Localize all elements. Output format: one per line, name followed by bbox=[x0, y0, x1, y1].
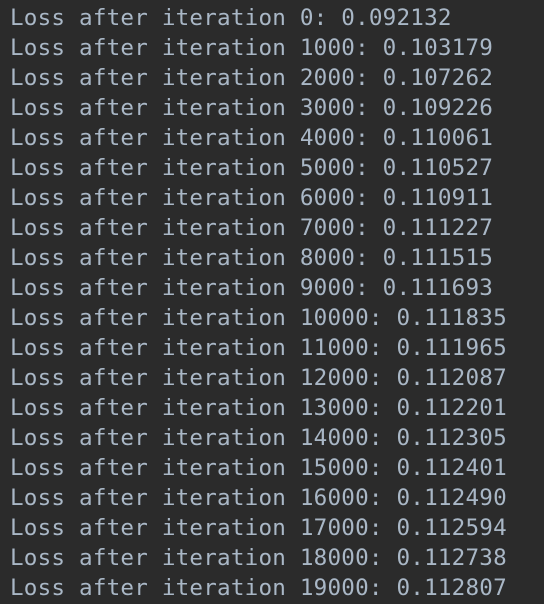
console-line: Loss after iteration 3000: 0.109226 bbox=[10, 95, 494, 121]
console-line: Loss after iteration 19000: 0.112807 bbox=[10, 575, 507, 601]
console-line: Loss after iteration 14000: 0.112305 bbox=[10, 425, 507, 451]
console-line: Loss after iteration 15000: 0.112401 bbox=[10, 455, 507, 481]
console-line: Loss after iteration 18000: 0.112738 bbox=[10, 545, 507, 571]
console-line: Loss after iteration 16000: 0.112490 bbox=[10, 485, 507, 511]
console-line: Loss after iteration 17000: 0.112594 bbox=[10, 515, 507, 541]
console-output-list: Loss after iteration 0: 0.092132 Loss af… bbox=[10, 3, 507, 603]
console-line: Loss after iteration 10000: 0.111835 bbox=[10, 305, 507, 331]
console-line: Loss after iteration 2000: 0.107262 bbox=[10, 65, 494, 91]
console-line: Loss after iteration 0: 0.092132 bbox=[10, 5, 452, 31]
console-line: Loss after iteration 1000: 0.103179 bbox=[10, 35, 494, 61]
console-line: Loss after iteration 7000: 0.111227 bbox=[10, 215, 494, 241]
console-line: Loss after iteration 11000: 0.111965 bbox=[10, 335, 507, 361]
console-line: Loss after iteration 6000: 0.110911 bbox=[10, 185, 494, 211]
console-line: Loss after iteration 4000: 0.110061 bbox=[10, 125, 494, 151]
console-line: Loss after iteration 5000: 0.110527 bbox=[10, 155, 494, 181]
console-line: Loss after iteration 9000: 0.111693 bbox=[10, 275, 494, 301]
console-line: Loss after iteration 13000: 0.112201 bbox=[10, 395, 507, 421]
console-output-panel: Loss after iteration 0: 0.092132 Loss af… bbox=[0, 0, 544, 604]
console-line: Loss after iteration 8000: 0.111515 bbox=[10, 245, 494, 271]
console-line: Loss after iteration 12000: 0.112087 bbox=[10, 365, 507, 391]
